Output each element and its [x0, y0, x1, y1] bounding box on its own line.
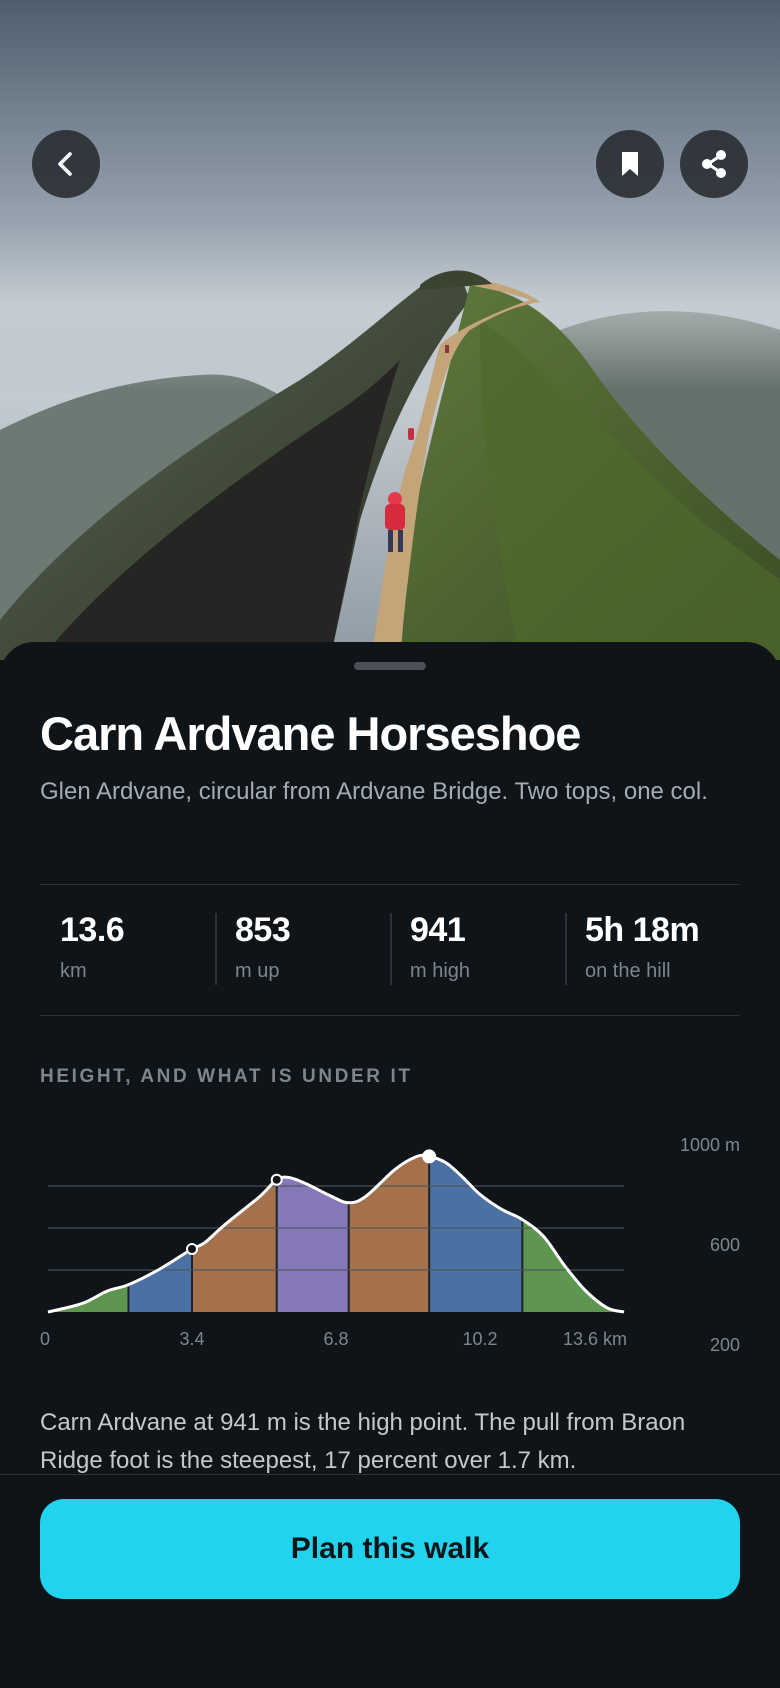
x-tick-label: 0: [40, 1329, 50, 1349]
share-button[interactable]: [680, 130, 748, 198]
terrain-segment: [128, 1155, 192, 1312]
stat-value: 853: [235, 911, 291, 949]
y-tick-label: 200: [710, 1335, 740, 1355]
stat-value: 13.6: [60, 911, 125, 949]
x-tick-label: 3.4: [179, 1329, 204, 1349]
route-stats: 13.6 km 853 m up 941 m high 5h 18m on th…: [40, 884, 740, 1016]
action-footer: Plan this walk: [0, 1474, 780, 1688]
sheet-drag-handle[interactable]: [354, 662, 426, 670]
summit-marker: [422, 1149, 437, 1164]
profile-section-label: HEIGHT, AND WHAT IS UNDER IT: [40, 1066, 413, 1087]
bookmark-button[interactable]: [596, 130, 664, 198]
stat-label: m high: [410, 960, 471, 982]
terrain-segment: [276, 1155, 349, 1312]
x-tick-label: 6.8: [323, 1329, 348, 1349]
back-button[interactable]: [32, 130, 100, 198]
route-photo: [0, 0, 780, 660]
terrain-segments: [48, 1155, 624, 1312]
stat-label: m up: [235, 960, 280, 982]
route-subtitle: Glen Ardvane, circular from Ardvane Brid…: [40, 778, 708, 805]
terrain-segment: [348, 1155, 430, 1312]
terrain-segment: [429, 1155, 523, 1312]
stat-high-point: 941 m high: [390, 885, 565, 1015]
terrain-segment: [522, 1155, 624, 1312]
plan-walk-button[interactable]: Plan this walk: [40, 1499, 740, 1599]
stat-value: 5h 18m: [585, 911, 700, 949]
stat-distance: 13.6 km: [40, 885, 215, 1015]
stat-ascent: 853 m up: [215, 885, 390, 1015]
terrain-segment: [48, 1155, 129, 1312]
stat-value: 941: [410, 911, 466, 949]
x-tick-label: 10.2: [462, 1329, 497, 1349]
stat-label: on the hill: [585, 960, 671, 982]
bookmark-icon: [622, 152, 638, 176]
y-tick-label: 1000 m: [680, 1135, 740, 1155]
route-title: Carn Ardvane Horseshoe: [40, 707, 581, 760]
chevron-left-icon: [58, 152, 72, 176]
profile-note: Carn Ardvane at 941 m is the high point.…: [40, 1409, 686, 1474]
stat-duration: 5h 18m on the hill: [565, 885, 740, 1015]
x-tick-label: 13.6 km: [563, 1329, 627, 1349]
waypoint-marker: [186, 1243, 198, 1255]
elevation-profile-chart[interactable]: 0 3.4 6.8 10.2 13.6 km 1000 m 600 200: [0, 1112, 780, 1422]
stat-label: km: [60, 960, 87, 982]
y-tick-label: 600: [710, 1235, 740, 1255]
waypoint-marker: [270, 1173, 283, 1186]
share-icon: [702, 150, 726, 178]
